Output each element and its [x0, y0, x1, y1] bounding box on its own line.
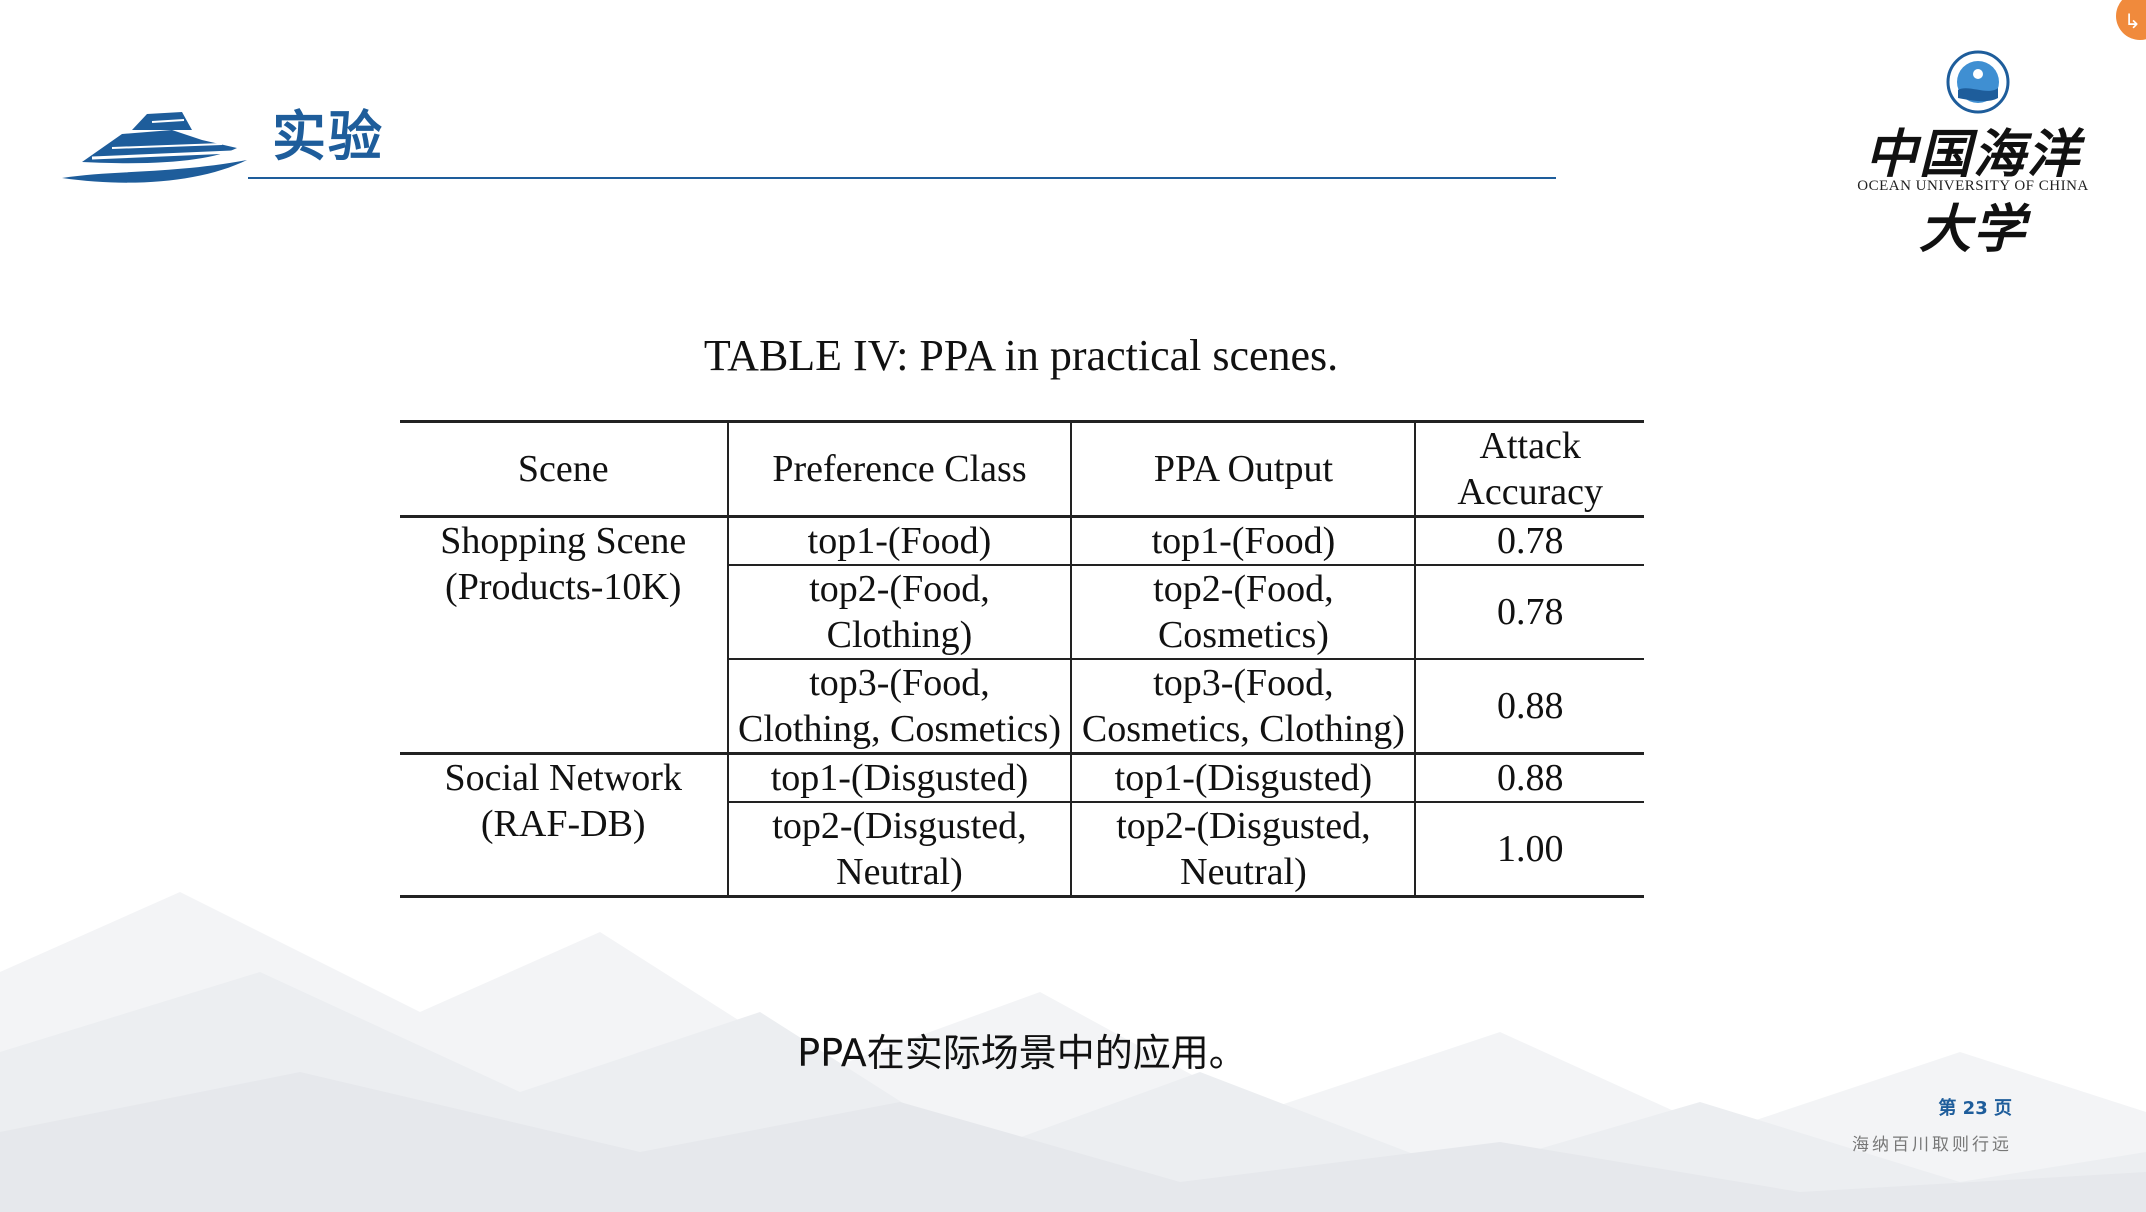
- ship-logo-icon: [62, 112, 247, 183]
- table-row: Shopping Scene (Products-10K) top1-(Food…: [400, 516, 1644, 755]
- section-title: 实验: [272, 105, 384, 168]
- accuracy-cell: 0.88: [1414, 659, 1644, 754]
- table-header-row: Scene Preference Class PPA Output Attack…: [400, 421, 1644, 517]
- preference-cell: top1-(Disgusted): [726, 753, 1073, 802]
- university-emblem-icon: [1946, 50, 2010, 114]
- preference-cell: top2-(Food, Clothing): [726, 565, 1073, 659]
- output-cell: top2-(Disgusted, Neutral): [1070, 802, 1417, 897]
- preference-cell: top3-(Food, Clothing, Cosmetics): [726, 659, 1073, 754]
- column-header-attack-accuracy: Attack Accuracy: [1414, 421, 1644, 517]
- output-cell: top1-(Food): [1070, 516, 1417, 565]
- accuracy-cell: 0.78: [1414, 565, 1644, 659]
- output-cell: top1-(Disgusted): [1070, 753, 1417, 802]
- scene-cell: Social Network (RAF-DB): [400, 753, 729, 898]
- output-cell: top3-(Food, Cosmetics, Clothing): [1070, 659, 1417, 754]
- slide-caption: PPA在实际场景中的应用。: [797, 1031, 1247, 1075]
- column-header-scene: Scene: [400, 421, 729, 517]
- slide: 实验 中国海洋大学 OCEAN UNIVERSITY OF CHINA ↳ TA…: [0, 0, 2146, 1212]
- university-motto: 海纳百川取则行远: [1852, 1135, 2012, 1155]
- preference-cell: top1-(Food): [726, 516, 1073, 565]
- table-row: Social Network (RAF-DB) top1-(Disgusted)…: [400, 753, 1644, 898]
- accuracy-cell: 1.00: [1414, 802, 1644, 897]
- table-caption: TABLE IV: PPA in practical scenes.: [703, 331, 1339, 380]
- preference-cell: top2-(Disgusted, Neutral): [726, 802, 1073, 897]
- corner-expand-icon[interactable]: ↳: [2116, 0, 2146, 40]
- accuracy-cell: 0.78: [1414, 516, 1644, 565]
- accuracy-cell: 0.88: [1414, 753, 1644, 802]
- university-name-en: OCEAN UNIVERSITY OF CHINA: [1857, 178, 2089, 194]
- header-divider: [248, 177, 1556, 179]
- results-table: Scene Preference Class PPA Output Attack…: [400, 420, 1644, 898]
- output-cell: top2-(Food, Cosmetics): [1070, 565, 1417, 659]
- column-header-preference-class: Preference Class: [726, 421, 1073, 517]
- column-header-ppa-output: PPA Output: [1070, 421, 1417, 517]
- scene-cell: Shopping Scene (Products-10K): [400, 516, 729, 755]
- page-number: 第 23 页: [1938, 1098, 2012, 1119]
